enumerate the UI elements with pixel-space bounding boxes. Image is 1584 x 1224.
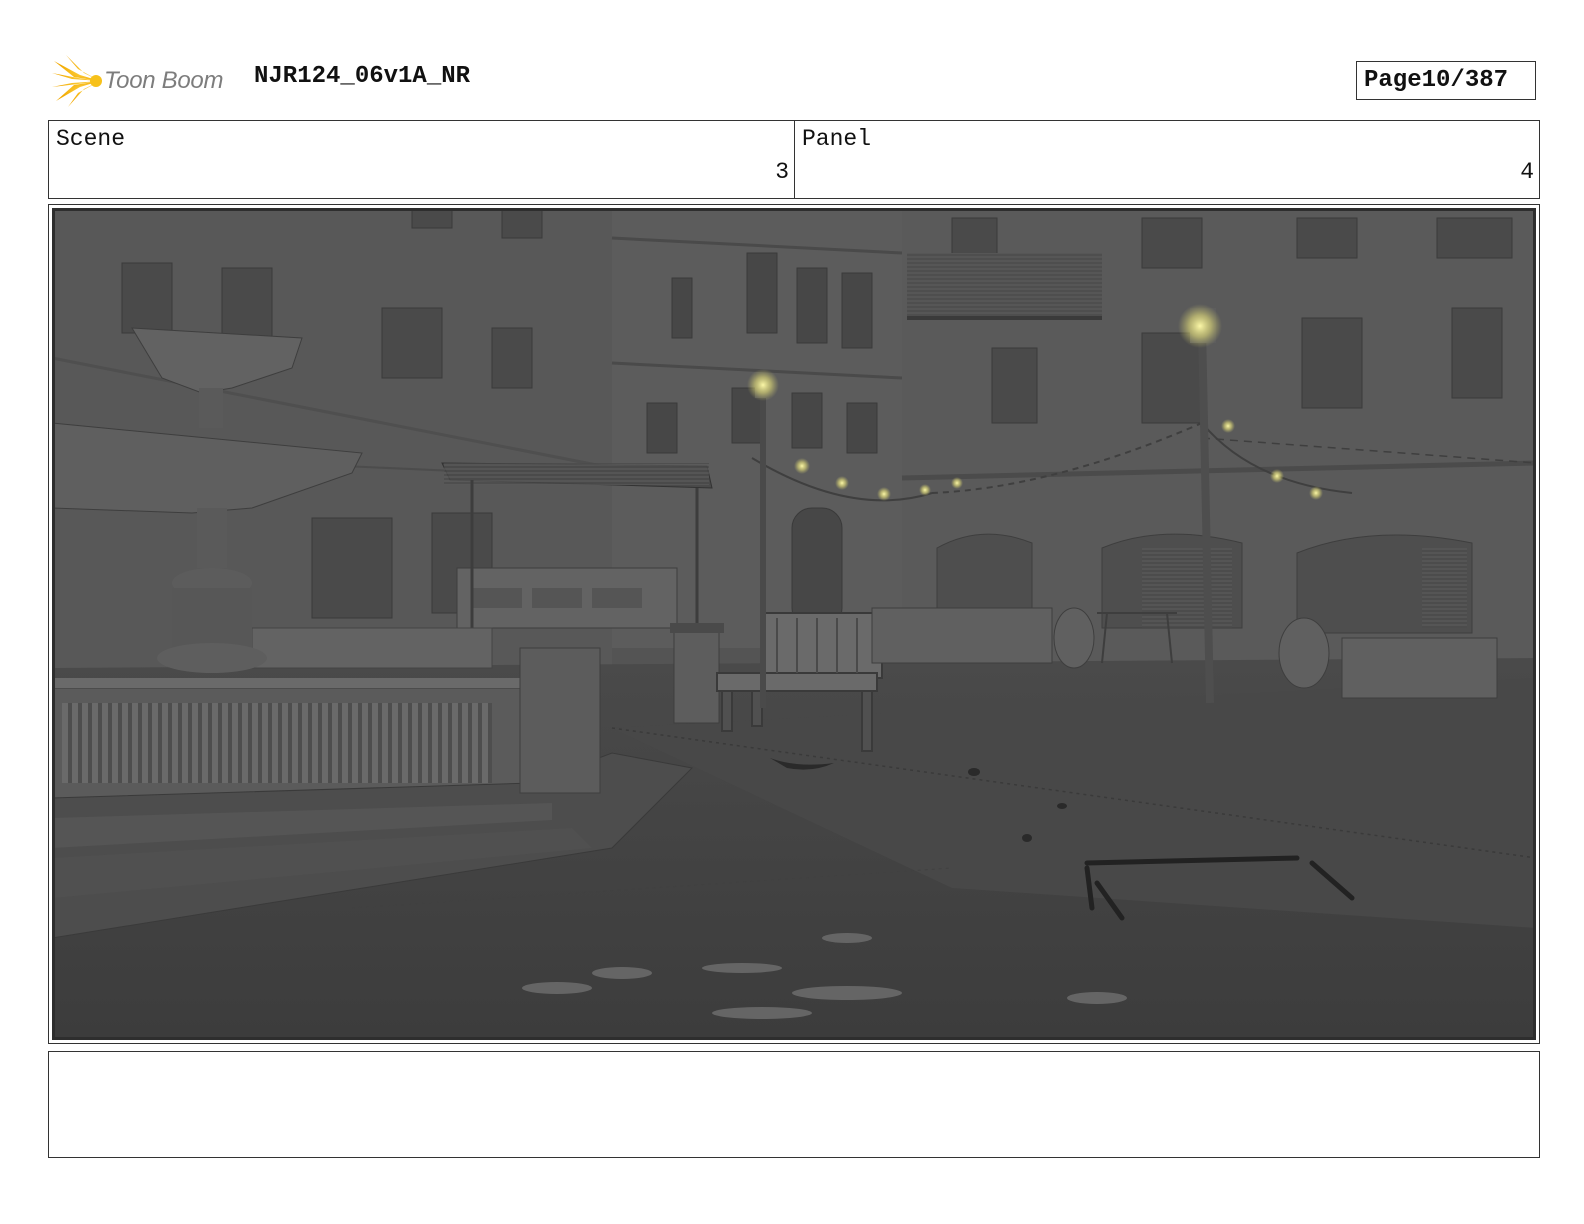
panel-number: 4 bbox=[1520, 159, 1534, 185]
page-indicator: Page 10/387 bbox=[1356, 61, 1536, 100]
logo-wordmark: Toon Boom bbox=[104, 67, 224, 94]
scene-label: Scene bbox=[56, 126, 126, 152]
scene-panel-info: Scene 3 Panel 4 bbox=[48, 120, 1540, 199]
notes-box bbox=[48, 1051, 1540, 1158]
document-title: NJR124_06v1A_NR bbox=[254, 63, 471, 90]
scene-image bbox=[52, 208, 1536, 1040]
page-header: Toon Boom NJR124_06v1A_NR bbox=[52, 55, 1532, 107]
toon-boom-logo: Toon Boom bbox=[52, 55, 237, 107]
plaza-night-render bbox=[52, 208, 1536, 1040]
panel-cell: Panel 4 bbox=[795, 121, 1539, 198]
page-number: 10/387 bbox=[1421, 67, 1509, 94]
scene-number: 3 bbox=[775, 159, 789, 185]
storyboard-frame bbox=[48, 204, 1540, 1044]
scene-cell: Scene 3 bbox=[49, 121, 795, 198]
starburst-icon bbox=[52, 55, 102, 107]
page-label: Page bbox=[1364, 67, 1422, 94]
panel-label: Panel bbox=[802, 126, 872, 152]
